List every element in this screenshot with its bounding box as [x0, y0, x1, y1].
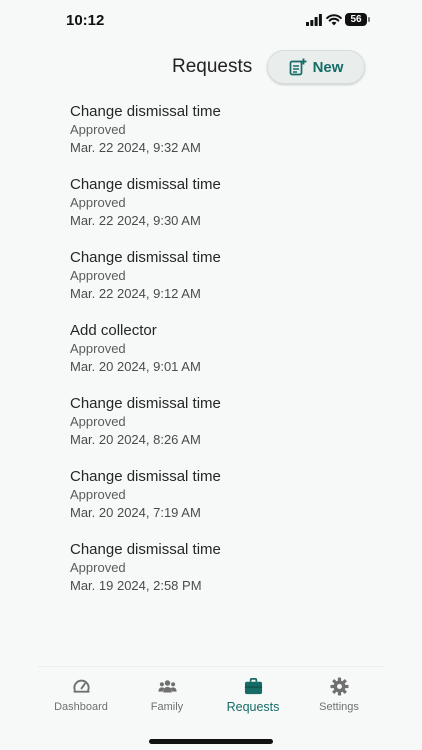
people-icon [158, 680, 177, 693]
new-document-icon [289, 58, 307, 76]
request-item[interactable]: Change dismissal time Approved Mar. 20 2… [70, 394, 390, 465]
request-list: Change dismissal time Approved Mar. 22 2… [70, 100, 390, 611]
tab-label: Requests [226, 700, 280, 714]
request-status: Approved [70, 560, 126, 575]
request-title: Change dismissal time [70, 395, 221, 412]
request-title: Change dismissal time [70, 249, 221, 266]
tab-requests[interactable]: Requests [210, 667, 296, 719]
request-title: Change dismissal time [70, 103, 221, 120]
briefcase-icon [244, 678, 263, 695]
request-title: Change dismissal time [70, 468, 221, 485]
request-title: Add collector [70, 322, 157, 339]
home-indicator[interactable] [149, 739, 273, 744]
request-date: Mar. 19 2024, 2:58 PM [70, 578, 202, 593]
request-status: Approved [70, 195, 126, 210]
status-bar: 10:12 56 [0, 0, 422, 44]
gear-icon [330, 677, 349, 696]
tab-label: Family [150, 701, 184, 713]
request-date: Mar. 20 2024, 9:01 AM [70, 359, 201, 374]
new-request-button[interactable]: New [267, 50, 365, 84]
request-date: Mar. 20 2024, 7:19 AM [70, 505, 201, 520]
request-date: Mar. 22 2024, 9:32 AM [70, 140, 201, 155]
request-item[interactable]: Add collector Approved Mar. 20 2024, 9:0… [70, 321, 390, 392]
gauge-icon [73, 679, 90, 693]
request-item[interactable]: Change dismissal time Approved Mar. 19 2… [70, 540, 390, 611]
request-item[interactable]: Change dismissal time Approved Mar. 20 2… [70, 467, 390, 538]
tab-bar: Dashboard Family Requests Settings [38, 666, 384, 719]
page-title: Requests [172, 56, 253, 77]
request-title: Change dismissal time [70, 176, 221, 193]
request-status: Approved [70, 122, 126, 137]
request-date: Mar. 20 2024, 8:26 AM [70, 432, 201, 447]
new-button-label: New [312, 58, 344, 76]
request-date: Mar. 22 2024, 9:12 AM [70, 286, 201, 301]
tab-family[interactable]: Family [124, 667, 210, 719]
wifi-icon [326, 14, 342, 26]
tab-label: Settings [319, 701, 359, 713]
request-title: Change dismissal time [70, 541, 221, 558]
status-time: 10:12 [66, 12, 105, 29]
request-item[interactable]: Change dismissal time Approved Mar. 22 2… [70, 248, 390, 319]
tab-settings[interactable]: Settings [296, 667, 382, 719]
battery-cap [368, 17, 370, 22]
request-status: Approved [70, 414, 126, 429]
tab-dashboard[interactable]: Dashboard [38, 667, 124, 719]
request-item[interactable]: Change dismissal time Approved Mar. 22 2… [70, 175, 390, 246]
battery-icon: 56 [345, 13, 367, 26]
tab-label: Dashboard [54, 701, 108, 713]
request-item[interactable]: Change dismissal time Approved Mar. 22 2… [70, 102, 390, 173]
cellular-signal-icon [306, 14, 322, 26]
header: Requests New [0, 44, 422, 94]
request-status: Approved [70, 341, 126, 356]
request-status: Approved [70, 268, 126, 283]
request-status: Approved [70, 487, 126, 502]
request-date: Mar. 22 2024, 9:30 AM [70, 213, 201, 228]
